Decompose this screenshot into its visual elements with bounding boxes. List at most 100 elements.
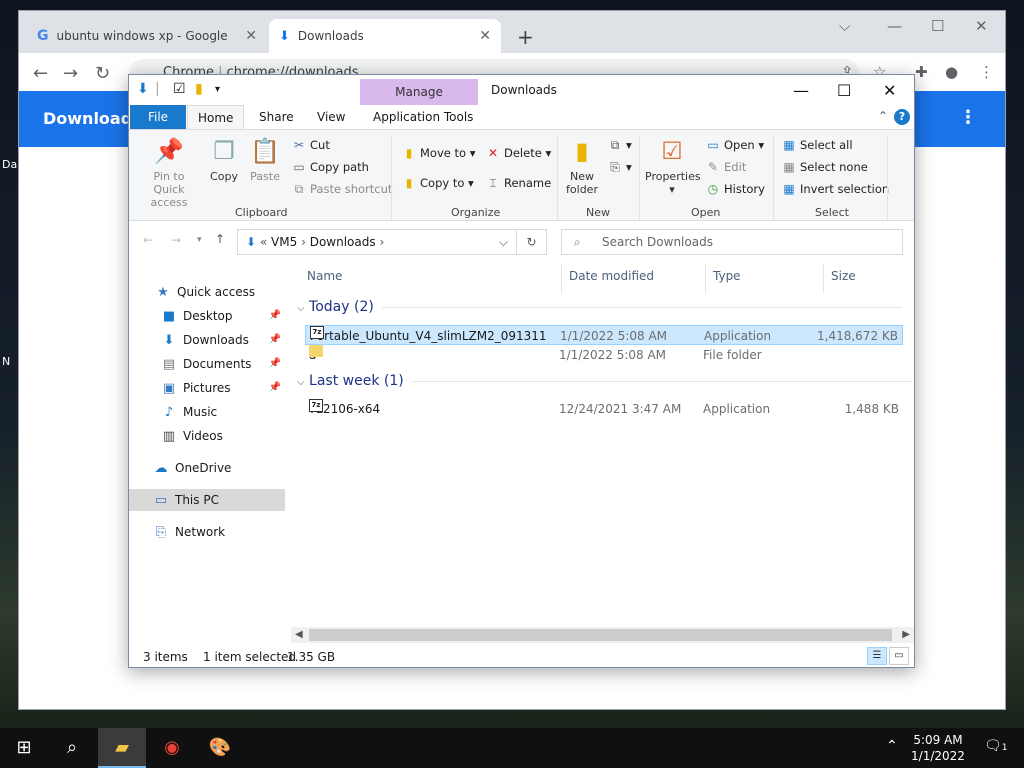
- taskbar-clock[interactable]: 5:09 AM 1/1/2022: [906, 732, 970, 764]
- chrome-menu-icon[interactable]: ⋮: [979, 63, 994, 81]
- windows-start-icon[interactable]: ⊞: [0, 728, 48, 768]
- delete-button[interactable]: ✕ Delete ▾: [485, 146, 551, 160]
- extensions-icon[interactable]: ✚: [915, 63, 928, 81]
- tab-view[interactable]: View: [307, 105, 355, 129]
- history-button[interactable]: ◷ History: [705, 182, 765, 196]
- open-button[interactable]: ▭ Open ▾: [705, 138, 764, 152]
- new-folder-qat-icon[interactable]: ▮: [195, 81, 203, 97]
- scroll-left-icon[interactable]: ◀: [295, 627, 303, 643]
- column-header-size[interactable]: Size: [825, 265, 856, 287]
- copy-to-button[interactable]: ▮ Copy to ▾: [401, 176, 474, 190]
- column-header-name[interactable]: Name: [301, 265, 342, 287]
- minimize-button[interactable]: —: [887, 17, 902, 35]
- nav-documents[interactable]: ▤ Documents 📌: [161, 353, 285, 375]
- invert-selection-button[interactable]: ▦ Invert selection: [781, 182, 889, 196]
- paste-shortcut-button[interactable]: ⧉ Paste shortcut: [291, 182, 393, 197]
- search-input[interactable]: ⌕ Search Downloads: [561, 229, 903, 255]
- paste-button[interactable]: 📋 Paste: [247, 136, 283, 183]
- tab-google-search[interactable]: G ubuntu windows xp - Google Se ✕: [27, 19, 267, 53]
- tab-home[interactable]: Home: [187, 105, 245, 129]
- horizontal-scrollbar[interactable]: ◀ ▶: [291, 627, 914, 643]
- nav-desktop[interactable]: ■ Desktop 📌: [161, 305, 285, 327]
- close-button[interactable]: ✕: [883, 81, 896, 100]
- forward-icon[interactable]: →: [63, 63, 78, 84]
- reload-icon[interactable]: ↻: [95, 63, 110, 84]
- more-menu-icon[interactable]: ⋮: [959, 107, 977, 128]
- scrollbar-thumb[interactable]: [309, 629, 892, 641]
- new-item-button[interactable]: ⧉ ▾: [607, 138, 632, 153]
- easy-access-button[interactable]: ⎘ ▾: [607, 160, 632, 175]
- table-row[interactable]: a 1/1/2022 5:08 AM File folder: [305, 345, 903, 365]
- nav-network[interactable]: ⎘ Network: [153, 521, 225, 543]
- desktop-icon-label[interactable]: Da: [2, 158, 17, 171]
- close-icon[interactable]: ✕: [479, 28, 491, 44]
- nav-music[interactable]: ♪ Music: [161, 401, 217, 423]
- back-icon[interactable]: ←: [33, 63, 48, 84]
- nav-onedrive[interactable]: ☁ OneDrive: [153, 457, 232, 479]
- cut-button[interactable]: ✂ Cut: [291, 138, 330, 152]
- maximize-button[interactable]: ☐: [837, 81, 851, 100]
- back-icon[interactable]: ←: [143, 233, 153, 247]
- breadcrumb-root[interactable]: VM5: [271, 235, 297, 249]
- page-title: Downloads: [43, 109, 142, 128]
- scroll-right-icon[interactable]: ▶: [902, 627, 910, 643]
- tab-application-tools[interactable]: Application Tools: [363, 105, 483, 129]
- nav-downloads[interactable]: ⬇ Downloads 📌: [161, 329, 285, 351]
- large-icons-view-icon[interactable]: ▭: [889, 647, 909, 665]
- rename-button[interactable]: ⌶ Rename: [485, 176, 551, 191]
- table-row[interactable]: 7z Portable_Ubuntu_V4_slimLZM2_091311 1/1/…: [305, 325, 903, 345]
- chrome-taskbar-icon[interactable]: ◉: [148, 728, 196, 768]
- nav-videos[interactable]: ▥ Videos: [161, 425, 223, 447]
- copy-button[interactable]: ❐ Copy: [207, 136, 241, 183]
- tab-search-icon[interactable]: ⌵: [839, 17, 850, 35]
- column-divider[interactable]: [561, 265, 562, 293]
- tray-chevron-up-icon[interactable]: ⌃: [886, 738, 898, 754]
- desktop-icon-label[interactable]: N: [2, 355, 10, 368]
- new-tab-button[interactable]: +: [517, 25, 534, 49]
- table-row[interactable]: 7z 7z2106-x64 12/24/2021 3:47 AM Applicatio…: [305, 399, 903, 419]
- close-button[interactable]: ✕: [975, 17, 988, 35]
- nav-pictures[interactable]: ▣ Pictures 📌: [161, 377, 285, 399]
- collapse-ribbon-icon[interactable]: ⌃: [878, 109, 888, 123]
- move-to-button[interactable]: ▮ Move to ▾: [401, 146, 476, 160]
- help-icon[interactable]: ?: [894, 109, 910, 125]
- group-header-last-week[interactable]: ⌵ Last week (1): [297, 373, 912, 389]
- 7z-archive-icon: 7z: [309, 399, 323, 412]
- column-header-date[interactable]: Date modified: [563, 265, 654, 287]
- column-header-type[interactable]: Type: [707, 265, 741, 287]
- notification-center-icon[interactable]: 🗨1: [984, 738, 1008, 754]
- group-header-today[interactable]: ⌵ Today (2): [297, 299, 902, 315]
- tab-share[interactable]: Share: [249, 105, 304, 129]
- copy-path-button[interactable]: ▭ Copy path: [291, 160, 369, 174]
- recent-locations-icon[interactable]: ▾: [197, 235, 202, 245]
- properties-button[interactable]: ☑ Properties ▾: [645, 136, 701, 196]
- desktop-icon: ■: [162, 309, 176, 324]
- profile-avatar-icon[interactable]: ●: [945, 63, 958, 81]
- nav-this-pc[interactable]: ▭ This PC: [129, 489, 285, 511]
- breadcrumb-current[interactable]: Downloads: [310, 235, 376, 249]
- select-all-button[interactable]: ▦ Select all: [781, 138, 852, 152]
- qat-dropdown-icon[interactable]: ▾: [215, 84, 220, 95]
- new-folder-button[interactable]: ▮ New folder: [563, 136, 601, 196]
- refresh-button[interactable]: ↻: [517, 229, 547, 255]
- up-icon[interactable]: ↑: [215, 232, 225, 246]
- close-icon[interactable]: ✕: [245, 28, 257, 44]
- address-dropdown-icon[interactable]: ⌵: [499, 230, 508, 254]
- tab-file[interactable]: File: [130, 105, 186, 129]
- address-bar[interactable]: ⬇ « VM5 › Downloads › ⌵: [237, 229, 517, 255]
- select-none-button[interactable]: ▦ Select none: [781, 160, 868, 174]
- file-explorer-taskbar-icon[interactable]: ▰: [98, 728, 146, 768]
- forward-icon[interactable]: →: [171, 233, 181, 247]
- nav-quick-access[interactable]: ★ Quick access: [155, 281, 255, 303]
- minimize-button[interactable]: —: [793, 81, 809, 100]
- properties-check-icon[interactable]: ☑: [173, 81, 186, 97]
- paint-taskbar-icon[interactable]: 🎨: [196, 728, 244, 768]
- pin-quick-access-button[interactable]: 📌 Pin to Quick access: [137, 136, 201, 209]
- column-divider[interactable]: [705, 265, 706, 293]
- tab-downloads[interactable]: ⬇ Downloads ✕: [269, 19, 501, 53]
- edit-button[interactable]: ✎ Edit: [705, 160, 746, 174]
- column-divider[interactable]: [823, 265, 824, 293]
- maximize-button[interactable]: ☐: [931, 17, 944, 35]
- search-icon[interactable]: ⌕: [48, 728, 96, 768]
- details-view-icon[interactable]: ☰: [867, 647, 887, 665]
